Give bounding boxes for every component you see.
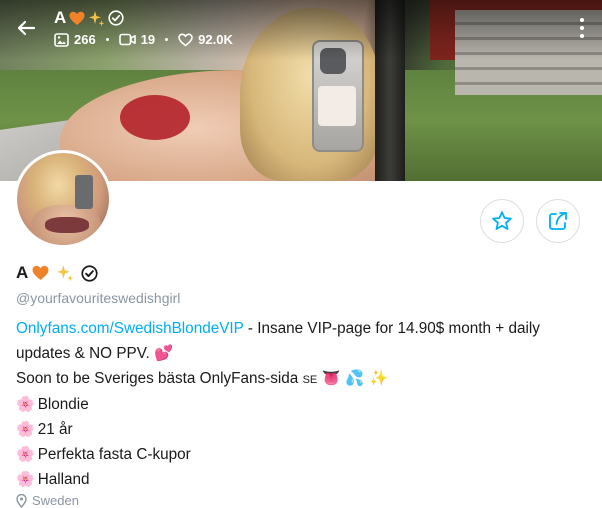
profile-header: A 266 19 92.0K — [0, 0, 602, 60]
photos-stat: 266 — [54, 32, 96, 47]
profile-bio: Onlyfans.com/SwedishBlondeVIP - Insane V… — [16, 317, 586, 492]
bio-line-2-text: Soon to be Sveriges bästa OnlyFans-sida — [16, 370, 299, 387]
more-vertical-icon — [580, 18, 584, 22]
orange-heart-icon — [32, 265, 49, 280]
star-icon — [492, 211, 512, 230]
bio-item: 🌸 21 år — [16, 420, 73, 438]
add-to-favorites-button[interactable] — [480, 199, 524, 243]
two-hearts-icon: 💕 — [154, 344, 174, 362]
header-title: A — [54, 8, 67, 27]
avatar[interactable] — [14, 150, 112, 248]
videos-count: 19 — [140, 32, 156, 47]
video-icon — [118, 33, 136, 46]
cherry-blossom-icon: 🌸 — [16, 445, 35, 463]
bio-line-2: Soon to be Sveriges bästa OnlyFans-sida … — [16, 366, 586, 392]
photos-count: 266 — [74, 32, 96, 47]
likes-stat: 92.0K — [178, 32, 233, 47]
cherry-blossom-icon: 🌸 — [16, 470, 35, 488]
image-icon — [54, 32, 69, 47]
location-pin-icon — [16, 493, 27, 508]
sparkles-icon — [89, 10, 105, 26]
cherry-blossom-icon: 🌸 — [16, 420, 35, 438]
header-stats: 266 19 92.0K — [54, 32, 233, 47]
sweden-flag: SE — [302, 374, 318, 386]
bio-item: 🌸 Blondie — [16, 395, 89, 413]
onlyfans-link[interactable]: Onlyfans.com/SwedishBlondeVIP — [16, 320, 244, 337]
verified-icon — [81, 264, 98, 282]
tongue-droplets-sparkles-icons: 👅 💦 ✨ — [321, 369, 389, 387]
bio-item: 🌸 Halland — [16, 470, 90, 488]
share-icon — [549, 212, 567, 230]
location-text: Sweden — [32, 493, 79, 508]
profile-info: A @yourfavouriteswedishgirl Onlyfans.com… — [16, 262, 586, 508]
back-arrow-icon — [17, 20, 36, 36]
verified-icon — [108, 10, 124, 26]
profile-handle: @yourfavouriteswedishgirl — [16, 290, 181, 306]
profile-location: Sweden — [16, 493, 586, 508]
bio-item: 🌸 Perfekta fasta C-kupor — [16, 445, 191, 463]
orange-heart-icon — [69, 11, 85, 25]
more-options-button[interactable] — [578, 18, 586, 38]
likes-count: 92.0K — [198, 32, 233, 47]
videos-stat: 19 — [118, 32, 156, 47]
share-button[interactable] — [536, 199, 580, 243]
sparkles-icon — [57, 265, 74, 282]
back-button[interactable] — [12, 14, 40, 42]
cherry-blossom-icon: 🌸 — [16, 395, 35, 413]
profile-name: A — [16, 263, 29, 282]
heart-icon — [178, 32, 193, 46]
bio-line-1: Onlyfans.com/SwedishBlondeVIP - Insane V… — [16, 317, 586, 366]
